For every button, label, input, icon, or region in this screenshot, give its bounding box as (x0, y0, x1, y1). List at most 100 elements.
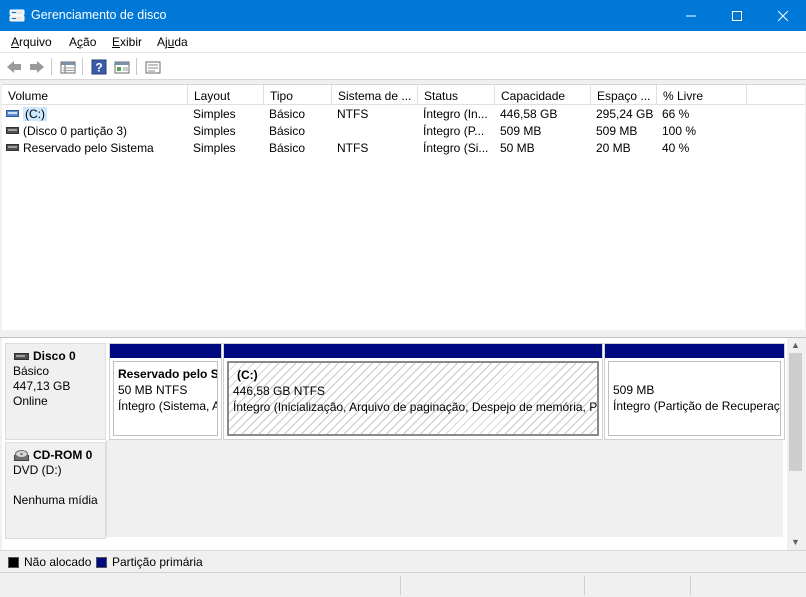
pane-splitter[interactable] (0, 330, 806, 338)
console-icon (145, 61, 161, 73)
column-header-livre[interactable]: % Livre (657, 85, 747, 105)
volume-list-header: Volume Layout Tipo Sistema de ... Status… (2, 85, 805, 105)
console-button[interactable] (143, 57, 163, 76)
espaco-cell: 20 MB (596, 141, 631, 155)
legend-primary-swatch (96, 557, 107, 568)
column-header-capacidade[interactable]: Capacidade (495, 85, 591, 105)
partition-c[interactable]: (C:) 446,58 GB NTFS Íntegro (Inicializaç… (223, 343, 603, 440)
volume-list: Volume Layout Tipo Sistema de ... Status… (2, 84, 805, 330)
volume-icon (6, 144, 19, 151)
menu-acao-label-a: A (69, 35, 78, 49)
properties-button[interactable] (112, 57, 132, 76)
properties-icon (114, 61, 130, 73)
partition-status: Íntegro (Partição de Recuperaçã (613, 399, 781, 413)
table-row[interactable]: (C:) Simples Básico NTFS Íntegro (In... … (2, 105, 805, 122)
back-icon (7, 60, 21, 73)
disk-management-app-icon (9, 9, 25, 22)
vertical-scrollbar[interactable]: ▲ ▼ (787, 338, 804, 550)
disk-state: Online (13, 394, 48, 408)
partition-color-bar (605, 344, 784, 358)
partition-color-bar (110, 344, 221, 358)
legend-primary-label: Partição primária (112, 555, 203, 569)
volume-name: (Disco 0 partição 3) (23, 124, 128, 138)
column-header-tipo[interactable]: Tipo (264, 85, 332, 105)
legend-unallocated-swatch (8, 557, 19, 568)
menu-arquivo[interactable]: Arquivo (11, 35, 52, 49)
tipo-cell: Básico (269, 107, 306, 121)
cdrom-name: CD-ROM 0 (33, 448, 93, 462)
cdrom-0-label[interactable]: CD-ROM 0 DVD (D:) Nenhuma mídia (5, 442, 106, 539)
list-view-icon (60, 61, 76, 73)
cdrom-media: Nenhuma mídia (13, 493, 98, 507)
partition-color-bar (224, 344, 602, 358)
column-header-espaco[interactable]: Espaço ... (591, 85, 657, 105)
scrollbar-thumb[interactable] (789, 353, 802, 471)
menu-exibir-label: xibir (120, 35, 143, 49)
toolbar-separator (136, 58, 137, 75)
livre-cell: 66 % (662, 107, 690, 121)
maximize-icon (732, 10, 742, 21)
list-view-button[interactable] (58, 57, 78, 76)
volume-icon (6, 110, 19, 117)
table-row[interactable]: (Disco 0 partição 3) Simples Básico Ínte… (2, 122, 805, 139)
partition-name: Reservado pelo Si (118, 367, 218, 381)
help-button[interactable]: ? (89, 57, 109, 76)
disk-name: Disco 0 (33, 349, 76, 363)
menu-bar: Arquivo Ação Exibir Ajuda (0, 31, 806, 53)
menu-ajuda-label-b: da (174, 35, 188, 49)
table-row[interactable]: Reservado pelo Sistema Simples Básico NT… (2, 139, 805, 156)
sistema-cell: NTFS (337, 141, 369, 155)
close-icon (778, 10, 788, 21)
help-icon: ? (91, 59, 107, 74)
maximize-button[interactable] (714, 0, 760, 31)
layout-cell: Simples (193, 124, 236, 138)
legend: Não alocado Partição primária (0, 550, 806, 572)
partition-body-selected: (C:) 446,58 GB NTFS Íntegro (Inicializaç… (227, 361, 599, 436)
menu-acao[interactable]: Ação (69, 35, 96, 49)
capacidade-cell: 50 MB (500, 141, 535, 155)
livre-cell: 100 % (662, 124, 697, 138)
menu-exibir[interactable]: Exibir (112, 35, 142, 49)
partition-recovery[interactable]: 509 MB Íntegro (Partição de Recuperaçã (604, 343, 785, 440)
disk-size: 447,13 GB (13, 379, 71, 393)
espaco-cell: 295,24 GB (596, 107, 654, 121)
status-cell: Íntegro (P... (423, 124, 485, 138)
capacidade-cell: 446,58 GB (500, 107, 558, 121)
svg-text:?: ? (95, 60, 102, 74)
partition-reserved[interactable]: Reservado pelo Si 50 MB NTFS Íntegro (Si… (109, 343, 222, 440)
status-bar (0, 572, 806, 597)
menu-exibir-accel: E (112, 35, 121, 49)
menu-arquivo-label: rquivo (19, 35, 52, 49)
forward-button[interactable] (27, 57, 47, 76)
espaco-cell: 509 MB (596, 124, 638, 138)
partition-status: Íntegro (Sistema, A (118, 399, 218, 413)
volume-name: Reservado pelo Sistema (23, 141, 154, 155)
status-pane (400, 576, 401, 595)
scroll-up-icon[interactable]: ▲ (790, 340, 801, 351)
menu-ajuda[interactable]: Ajuda (157, 35, 188, 49)
partition-size: 50 MB NTFS (118, 383, 188, 397)
back-button[interactable] (4, 57, 24, 76)
column-header-volume[interactable]: Volume (2, 85, 188, 105)
partition-size: 446,58 GB NTFS (233, 384, 326, 398)
status-cell: Íntegro (In... (423, 107, 488, 121)
cdrom-empty-area (106, 440, 783, 537)
capacidade-cell: 509 MB (500, 124, 542, 138)
status-pane (690, 576, 691, 595)
hard-disk-icon (14, 353, 29, 360)
disk-graphical-view: Disco 0 Básico 447,13 GB Online Reservad… (2, 338, 787, 550)
menu-ajuda-label-a: Aj (157, 35, 168, 49)
cdrom-icon (14, 450, 29, 461)
window-title: Gerenciamento de disco (31, 8, 167, 22)
sistema-cell: NTFS (337, 107, 369, 121)
minimize-icon (686, 15, 696, 16)
column-header-sistema[interactable]: Sistema de ... (332, 85, 418, 105)
column-header-status[interactable]: Status (418, 85, 495, 105)
disk-0-label[interactable]: Disco 0 Básico 447,13 GB Online (5, 343, 106, 440)
close-button[interactable] (760, 0, 806, 31)
partition-name (613, 366, 780, 382)
minimize-button[interactable] (668, 0, 714, 31)
column-header-layout[interactable]: Layout (188, 85, 264, 105)
scroll-down-icon[interactable]: ▼ (790, 537, 801, 548)
